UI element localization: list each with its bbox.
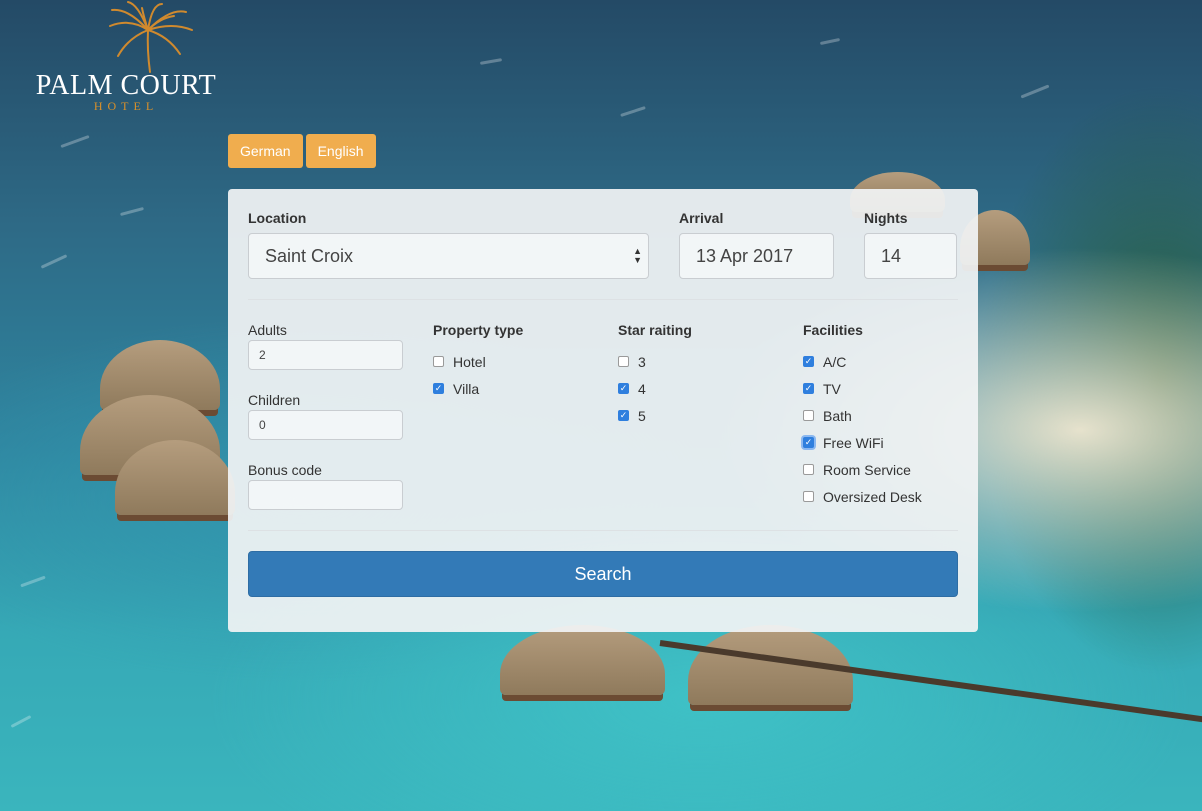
facility-bath-checkbox[interactable] xyxy=(803,410,814,421)
star-rating-group: Star raiting 3 ✓ 4 ✓ 5 xyxy=(618,322,692,429)
adults-input[interactable]: 2 xyxy=(248,340,403,370)
facility-tv-checkbox[interactable]: ✓ xyxy=(803,383,814,394)
facility-wifi-option[interactable]: ✓ Free WiFi xyxy=(803,429,922,456)
star-4-label: 4 xyxy=(638,380,646,397)
property-villa-label: Villa xyxy=(453,380,480,397)
facility-ac-label: A/C xyxy=(823,353,847,370)
divider xyxy=(248,299,958,300)
facilities-group: Facilities ✓ A/C ✓ TV Bath ✓ Free WiFi R… xyxy=(803,322,922,510)
brand-subtitle: HOTEL xyxy=(93,99,159,113)
arrival-date-input[interactable]: 13 Apr 2017 xyxy=(679,233,834,279)
star-5-checkbox[interactable]: ✓ xyxy=(618,410,629,421)
hotel-logo[interactable]: PALM COURT HOTEL xyxy=(30,0,220,115)
search-button[interactable]: Search xyxy=(248,551,958,597)
language-english-button[interactable]: English xyxy=(305,134,376,168)
language-german-button[interactable]: German xyxy=(228,134,303,168)
nights-input[interactable]: 14 xyxy=(864,233,957,279)
star-3-label: 3 xyxy=(638,353,646,370)
facility-room-service-option[interactable]: Room Service xyxy=(803,456,922,483)
adults-label: Adults xyxy=(248,322,287,338)
adults-value: 2 xyxy=(259,348,266,362)
children-value: 0 xyxy=(259,418,266,432)
star-3-checkbox[interactable] xyxy=(618,356,629,367)
facility-bath-label: Bath xyxy=(823,407,852,424)
language-switcher: German English xyxy=(228,134,376,168)
facility-tv-option[interactable]: ✓ TV xyxy=(803,375,922,402)
facility-room-service-checkbox[interactable] xyxy=(803,464,814,475)
children-input[interactable]: 0 xyxy=(248,410,403,440)
star-4-checkbox[interactable]: ✓ xyxy=(618,383,629,394)
search-panel: Location Saint Croix ▲ ▼ Arrival 13 Apr 2… xyxy=(228,189,978,632)
facility-wifi-label: Free WiFi xyxy=(823,434,884,451)
arrival-label: Arrival xyxy=(679,210,724,226)
location-select[interactable]: Saint Croix ▲ ▼ xyxy=(248,233,649,279)
facilities-title: Facilities xyxy=(803,322,863,338)
facility-oversized-desk-checkbox[interactable] xyxy=(803,491,814,502)
property-type-group: Property type Hotel ✓ Villa xyxy=(433,322,523,402)
facility-room-service-label: Room Service xyxy=(823,461,911,478)
property-hotel-option[interactable]: Hotel xyxy=(433,348,523,375)
location-label: Location xyxy=(248,210,307,226)
star-5-label: 5 xyxy=(638,407,646,424)
facility-oversized-desk-label: Oversized Desk xyxy=(823,488,922,505)
palm-tree-icon xyxy=(109,1,193,73)
facility-ac-checkbox[interactable]: ✓ xyxy=(803,356,814,367)
facility-bath-option[interactable]: Bath xyxy=(803,402,922,429)
property-villa-checkbox[interactable]: ✓ xyxy=(433,383,444,394)
divider xyxy=(248,530,958,531)
nights-value: 14 xyxy=(881,245,902,266)
facility-tv-label: TV xyxy=(823,380,841,397)
facility-ac-option[interactable]: ✓ A/C xyxy=(803,348,922,375)
bonus-code-input[interactable] xyxy=(248,480,403,510)
facility-oversized-desk-option[interactable]: Oversized Desk xyxy=(803,483,922,510)
bonus-code-label: Bonus code xyxy=(248,462,322,478)
star-5-option[interactable]: ✓ 5 xyxy=(618,402,692,429)
brand-name: PALM COURT xyxy=(35,70,217,101)
property-hotel-checkbox[interactable] xyxy=(433,356,444,367)
children-label: Children xyxy=(248,392,301,408)
star-4-option[interactable]: ✓ 4 xyxy=(618,375,692,402)
property-type-title: Property type xyxy=(433,322,524,338)
nights-label: Nights xyxy=(864,210,908,226)
facility-wifi-checkbox[interactable]: ✓ xyxy=(803,437,814,448)
property-hotel-label: Hotel xyxy=(453,353,486,370)
property-villa-option[interactable]: ✓ Villa xyxy=(433,375,523,402)
star-3-option[interactable]: 3 xyxy=(618,348,692,375)
location-value: Saint Croix xyxy=(265,245,354,266)
star-rating-title: Star raiting xyxy=(618,322,692,338)
select-arrows-icon: ▲ ▼ xyxy=(633,246,642,265)
arrival-value: 13 Apr 2017 xyxy=(696,245,794,266)
